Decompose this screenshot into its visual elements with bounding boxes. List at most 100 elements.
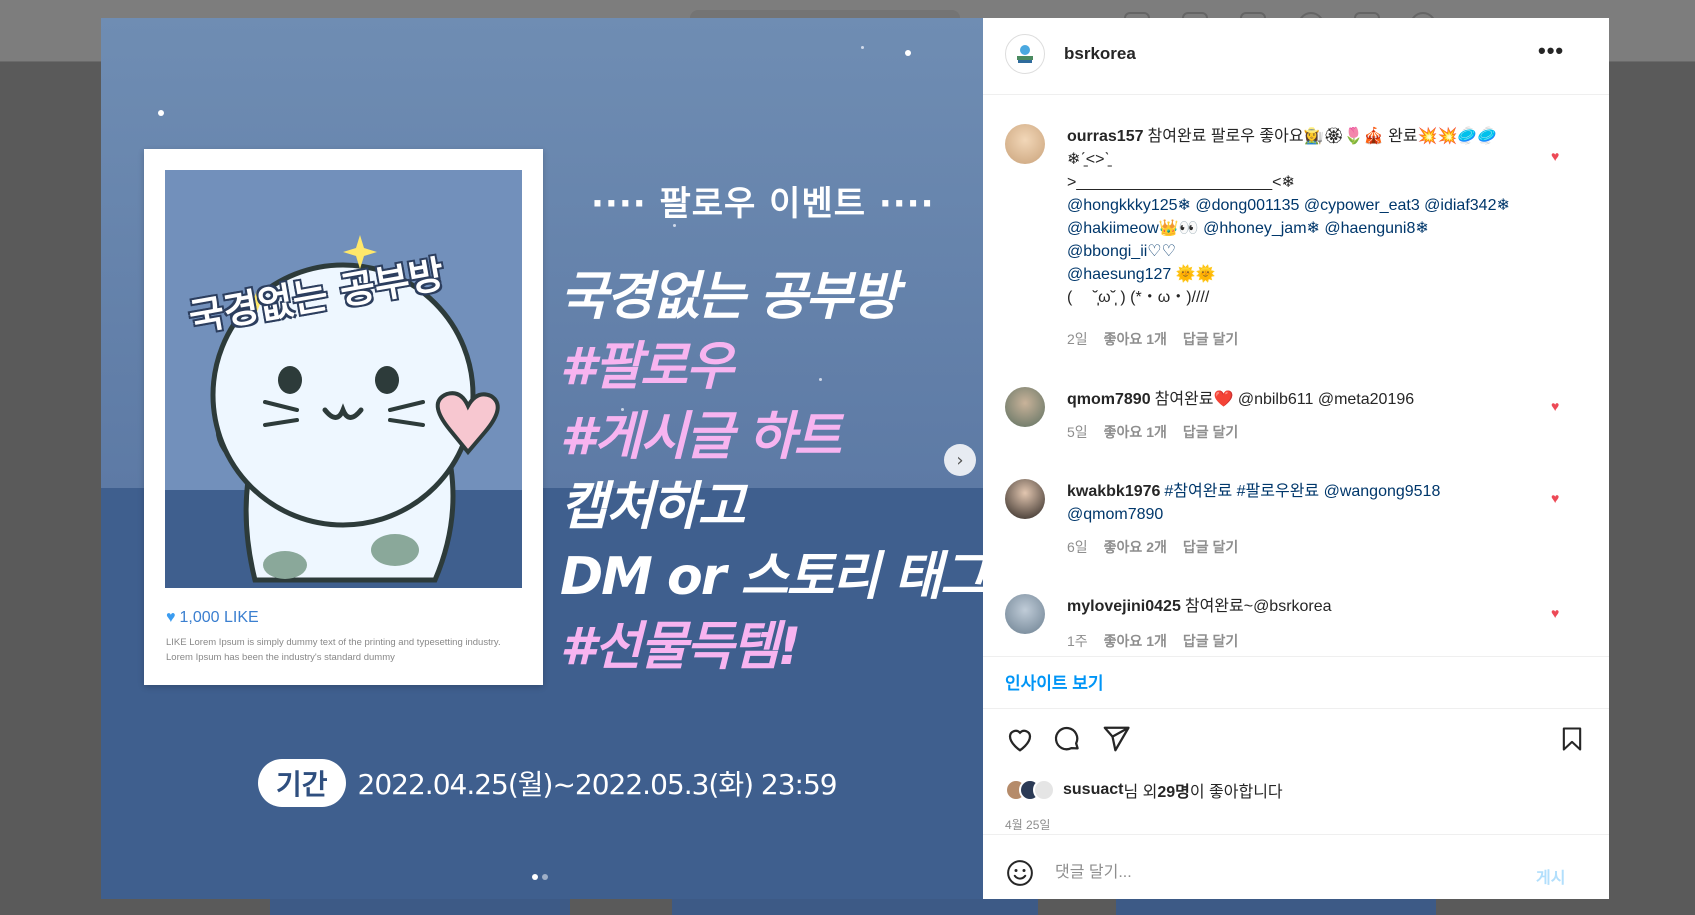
comment-time[interactable]: 1주 [1067,631,1088,651]
comment-username[interactable]: ourras157 [1067,128,1144,145]
comment-meta: 2일 좋아요 1개 답글 달기 [1067,329,1238,349]
comment-mentions[interactable]: @bbongi_ii♡♡ [1067,243,1176,260]
post-comment-button[interactable]: 게시 [1536,864,1565,888]
polaroid-caption: LIKE Lorem Ipsum is simply dummy text of… [166,637,501,663]
comment-meta: 1주 좋아요 1개 답글 달기 [1067,631,1238,651]
heart-icon: ♥ [166,609,176,626]
avatar[interactable] [1005,479,1045,519]
comment-line: 참여완료~@bsrkorea [1184,598,1332,615]
comment-text: qmom7890 참여완료❤️ @nbilb611 @meta20196 [1067,388,1547,411]
comment-icon [1054,726,1079,751]
comment-line: 참여완료 팔로우 좋아요👩‍🌾🏵🌷🎪 완료💥💥🥏🥏 [1147,128,1498,145]
comment-mentions[interactable]: @hongkkky125❄︎ @dong001135 @cypower_eat3… [1067,197,1510,214]
event-period: 기간 2022.04.25(월)~2022.05.3(화) 23:59 [258,759,838,807]
star-decoration [905,50,911,56]
period-text: 2022.04.25(월)~2022.05.3(화) 23:59 [357,768,838,801]
promo-line: #게시글 하트 [560,407,841,467]
account-logo-icon [1017,45,1033,63]
comment-mentions[interactable]: @haesung127 🌞🌞 [1067,266,1216,283]
comment-text: kwakbk1976 #참여완료 #팔로우완료 @wangong9518 @qmo… [1067,480,1547,526]
reply-button[interactable]: 답글 달기 [1183,537,1238,557]
avatar [1033,779,1055,801]
post-panel: bsrkorea ••• ourras157 참여완료 팔로우 좋아요👩‍🌾🏵🌷🎪… [983,18,1609,899]
comment-line[interactable]: #참여완료 #팔로우완료 @wangong9518 [1164,483,1440,500]
share-button[interactable] [1099,722,1133,756]
heart-icon [1008,729,1032,752]
like-comment-heart-icon[interactable]: ♥ [1551,605,1559,621]
reply-button[interactable]: 답글 달기 [1183,329,1238,349]
save-button[interactable] [1555,722,1589,756]
comment-input[interactable] [1055,856,1485,890]
comment-likes[interactable]: 좋아요 1개 [1104,329,1167,349]
comments-list[interactable]: ourras157 참여완료 팔로우 좋아요👩‍🌾🏵🌷🎪 완료💥💥🥏🥏 ❄︎ˊ̱˂… [983,96,1609,656]
star-decoration [158,110,164,116]
chevron-right-icon: › [956,449,964,471]
comment-text: ourras157 참여완료 팔로우 좋아요👩‍🌾🏵🌷🎪 완료💥💥🥏🥏 ❄︎ˊ̱˂… [1067,125,1547,309]
likes-suffix: 이 좋아합니다 [1189,784,1283,801]
promo-line: #팔로우 [560,337,734,397]
account-avatar[interactable] [1005,34,1045,74]
comment-username[interactable]: kwakbk1976 [1067,483,1160,500]
comment-username[interactable]: mylovejini0425 [1067,598,1181,615]
comment-button[interactable] [1050,722,1084,756]
comment-composer: 게시 [983,854,1609,899]
carousel-dot [532,874,538,880]
carousel-dot [542,874,548,880]
comment-likes[interactable]: 좋아요 1개 [1104,422,1167,442]
comment-line: ❄︎ˊ̱˂˃ˋ̱ [1067,151,1110,168]
comment-mentions[interactable]: @qmom7890 [1067,506,1163,523]
comment-time[interactable]: 5일 [1067,422,1088,442]
emoji-button[interactable] [1005,858,1035,888]
star-decoration [819,378,822,381]
comment-line: 참여완료❤️ @nbilb611 @meta20196 [1154,391,1415,408]
emoji-icon [1007,860,1033,886]
post-modal: 국경없는 공부방 ♥ 1,000 LIKE LIKE Lorem Ipsum is… [101,18,1609,899]
promo-heading: ···· 팔로우 이벤트 ···· [591,184,935,224]
comment-time[interactable]: 2일 [1067,329,1088,349]
comment-line: ( ˘̩̩̩ω˘̩̩̩ ) (*・ω・)//// [1067,289,1210,306]
comment-time[interactable]: 6일 [1067,537,1088,557]
promo-line: #선물득템! [560,617,801,677]
liker-username[interactable]: susuact [1063,781,1123,799]
polaroid-card: 국경없는 공부방 ♥ 1,000 LIKE LIKE Lorem Ipsum is… [144,149,543,685]
reply-button[interactable]: 답글 달기 [1183,422,1238,442]
comment-meta: 5일 좋아요 1개 답글 달기 [1067,422,1238,442]
post-actions [983,722,1609,762]
promo-line: 국경없는 공부방 [560,267,899,327]
divider [983,656,1609,657]
avatar[interactable] [1005,387,1045,427]
view-insights-link[interactable]: 인사이트 보기 [1005,669,1104,694]
polaroid-like-count: ♥ 1,000 LIKE [166,609,259,627]
divider [983,708,1609,709]
reply-button[interactable]: 답글 달기 [1183,631,1238,651]
post-media: 국경없는 공부방 ♥ 1,000 LIKE LIKE Lorem Ipsum is… [101,18,983,899]
like-comment-heart-icon[interactable]: ♥ [1551,148,1559,164]
carousel-indicator [532,874,548,880]
likes-summary[interactable]: susuact 님 외 29명 이 좋아합니다 [1005,778,1283,802]
star-decoration [861,46,864,49]
polaroid-photo: 국경없는 공부방 [165,170,522,588]
next-image-button[interactable]: › [944,444,976,476]
period-badge: 기간 [258,759,346,807]
comment-meta: 6일 좋아요 2개 답글 달기 [1067,537,1238,557]
like-comment-heart-icon[interactable]: ♥ [1551,398,1559,414]
comment-text: mylovejini0425 참여완료~@bsrkorea [1067,595,1547,618]
avatar[interactable] [1005,124,1045,164]
post-header: bsrkorea ••• [983,18,1609,95]
likes-count[interactable]: 29명 [1157,778,1190,802]
seal-illustration [210,235,500,583]
comment-likes[interactable]: 좋아요 1개 [1104,631,1167,651]
share-icon [1103,726,1130,752]
comment-mentions[interactable]: @hakiimeow👑👀 @hhoney_jam❄︎ @haenguni8❄︎ [1067,220,1429,237]
comment-likes[interactable]: 좋아요 2개 [1104,537,1167,557]
comment-username[interactable]: qmom7890 [1067,391,1151,408]
avatar[interactable] [1005,594,1045,634]
more-options-button[interactable]: ••• [1538,38,1564,64]
like-comment-heart-icon[interactable]: ♥ [1551,490,1559,506]
account-name[interactable]: bsrkorea [1064,44,1136,64]
divider [983,834,1609,835]
polaroid-like-label: 1,000 LIKE [179,609,259,626]
post-date: 4월 25일 [1005,818,1051,832]
like-button[interactable] [1003,722,1037,756]
comment-line: >______________________<❄︎ [1067,174,1295,191]
